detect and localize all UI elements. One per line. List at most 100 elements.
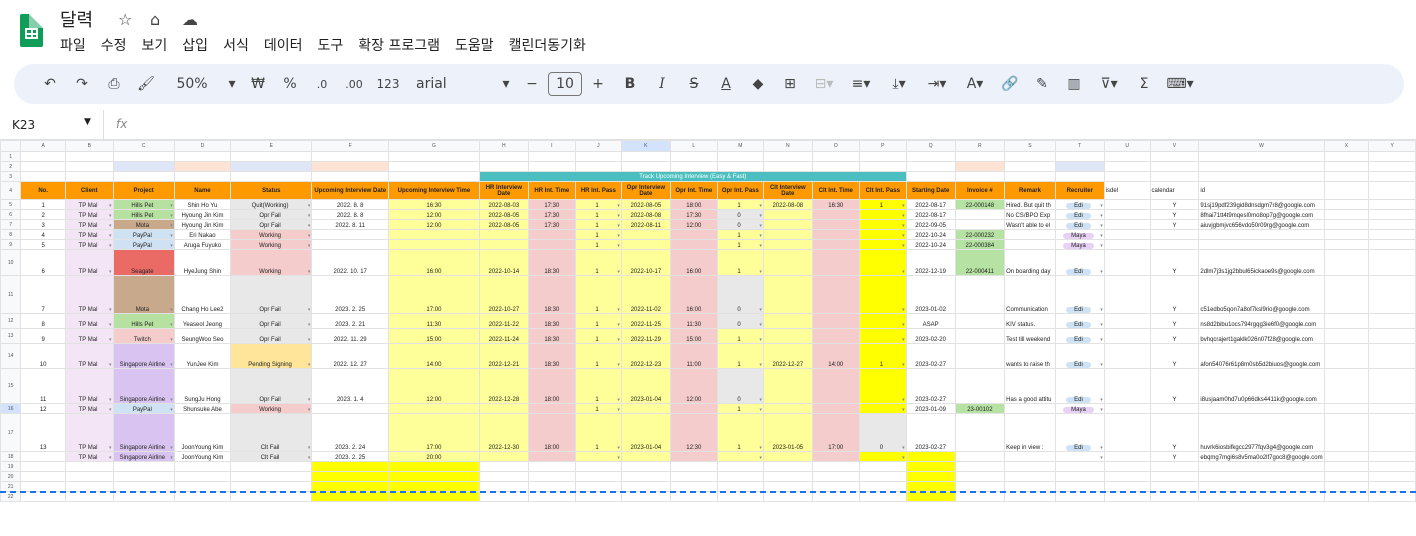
- cell[interactable]: TP Mal ▾: [65, 343, 114, 369]
- cell[interactable]: Opr Fail ▾: [230, 328, 313, 344]
- cell[interactable]: Working ▾: [230, 239, 313, 250]
- cell[interactable]: [669, 461, 718, 472]
- cell[interactable]: [811, 229, 860, 240]
- cell[interactable]: 11: [20, 368, 66, 404]
- column-header[interactable]: H: [478, 140, 529, 152]
- cell[interactable]: 91sj19pdf239gid8dnsdgm7r8@google.com: [1198, 199, 1325, 210]
- column-header[interactable]: C: [112, 140, 175, 152]
- dropdown-icon[interactable]: ▾: [617, 337, 620, 343]
- dropdown-icon[interactable]: ▾: [759, 213, 762, 219]
- cell[interactable]: 2023. 2. 21: [311, 313, 389, 329]
- column-header[interactable]: D: [173, 140, 232, 152]
- cell[interactable]: [1323, 199, 1370, 210]
- cell[interactable]: 0 ▾: [716, 313, 764, 329]
- dropdown-icon[interactable]: ▾: [308, 233, 311, 239]
- zoom-select[interactable]: 50%: [162, 76, 222, 92]
- row-header[interactable]: 21: [0, 481, 22, 492]
- dropdown-icon[interactable]: ▾: [1100, 337, 1103, 343]
- dropdown-icon[interactable]: ▾: [759, 243, 762, 249]
- cell[interactable]: [1368, 219, 1416, 230]
- cell[interactable]: c51edbo5qon7a8of7ksl9rio@google.com: [1198, 275, 1325, 314]
- cell[interactable]: [1198, 491, 1325, 502]
- cell[interactable]: Y: [1149, 249, 1200, 276]
- cell[interactable]: 22-000148: [954, 199, 1006, 210]
- dropdown-icon[interactable]: ▾: [308, 203, 311, 209]
- row-header[interactable]: 22: [0, 491, 22, 502]
- cell[interactable]: 9: [20, 328, 66, 344]
- cell[interactable]: [905, 471, 956, 482]
- cell[interactable]: 8fhai71tt4t9mqesl0mo8op7g@google.com: [1198, 209, 1325, 220]
- cell[interactable]: [1368, 461, 1416, 472]
- cell[interactable]: [387, 481, 480, 492]
- menu-calendar-sync[interactable]: 캘린더동기화: [509, 35, 586, 55]
- cell[interactable]: 2022-11-22: [478, 313, 529, 329]
- cell[interactable]: [669, 239, 718, 250]
- cell[interactable]: [1004, 403, 1056, 414]
- cell[interactable]: [1368, 481, 1416, 492]
- cell[interactable]: Singapore Airline ▾: [112, 368, 175, 404]
- cell[interactable]: TP Mal ▾: [65, 209, 114, 220]
- cell[interactable]: ▾: [858, 229, 907, 240]
- cell[interactable]: ebqmg7mgi6s8v5ma0o2lf7goc8@google.com: [1198, 451, 1325, 462]
- column-header[interactable]: X: [1323, 140, 1370, 152]
- cell[interactable]: [65, 471, 114, 482]
- cell[interactable]: [620, 451, 671, 462]
- cell[interactable]: [620, 471, 671, 482]
- dropdown-icon[interactable]: ▾: [109, 445, 112, 451]
- cell[interactable]: [574, 471, 622, 482]
- column-title[interactable]: Opr Int. Pass: [716, 181, 764, 200]
- dropdown-icon[interactable]: ▾: [170, 445, 173, 451]
- cell[interactable]: [954, 328, 1006, 344]
- cell[interactable]: TP Mal ▾: [65, 239, 114, 250]
- recruiter-chip[interactable]: Edi: [1066, 397, 1091, 403]
- cell[interactable]: [811, 451, 860, 462]
- link-icon[interactable]: 🔗: [994, 76, 1026, 92]
- dropdown-icon[interactable]: ▾: [617, 233, 620, 239]
- menu-insert[interactable]: 삽입: [182, 35, 208, 55]
- cell[interactable]: [1103, 171, 1151, 182]
- cell[interactable]: [858, 461, 907, 472]
- dropdown-icon[interactable]: ▾: [170, 397, 173, 403]
- cell[interactable]: [858, 481, 907, 492]
- cell[interactable]: [954, 313, 1006, 329]
- dropdown-icon[interactable]: ▾: [1100, 243, 1103, 249]
- cell[interactable]: 11:30: [387, 313, 480, 329]
- row-header[interactable]: 5: [0, 199, 22, 210]
- cell[interactable]: [762, 249, 813, 276]
- cell[interactable]: Aruga Fuyuko: [173, 239, 232, 250]
- cell[interactable]: [1103, 219, 1151, 230]
- cell[interactable]: 2022-08-11: [620, 219, 671, 230]
- cell[interactable]: Y: [1149, 368, 1200, 404]
- cell[interactable]: 22-000232: [954, 229, 1006, 240]
- dropdown-icon[interactable]: ▾: [759, 223, 762, 229]
- recruiter-chip[interactable]: Edi: [1066, 213, 1091, 219]
- cell[interactable]: 1 ▾: [574, 343, 622, 369]
- cell[interactable]: [1323, 275, 1370, 314]
- dropdown-icon[interactable]: ▾: [902, 213, 905, 219]
- cell[interactable]: On boarding day: [1004, 249, 1056, 276]
- cell[interactable]: [1103, 313, 1151, 329]
- cell[interactable]: Y: [1149, 343, 1200, 369]
- cell[interactable]: Mota ▾: [112, 219, 175, 230]
- comment-icon[interactable]: ✎: [1026, 76, 1058, 92]
- cell[interactable]: 2023. 2. 25: [311, 451, 389, 462]
- cell[interactable]: [762, 151, 813, 162]
- cell[interactable]: 1 ▾: [574, 275, 622, 314]
- cell[interactable]: [811, 249, 860, 276]
- cell[interactable]: Quit(Working) ▾: [230, 199, 313, 210]
- column-title[interactable]: isdel: [1103, 181, 1151, 200]
- cell[interactable]: TP Mal ▾: [65, 249, 114, 276]
- row-header[interactable]: 19: [0, 461, 22, 472]
- cell[interactable]: 18:30: [527, 313, 576, 329]
- cell[interactable]: [669, 151, 718, 162]
- dropdown-icon[interactable]: ▾: [170, 307, 173, 313]
- cell[interactable]: 2022-08-08: [620, 209, 671, 220]
- cell[interactable]: PayPal ▾: [112, 403, 175, 414]
- cell[interactable]: [1103, 239, 1151, 250]
- cell[interactable]: [478, 461, 529, 472]
- cell[interactable]: 2023-01-04: [620, 413, 671, 452]
- cell[interactable]: 16:30: [811, 199, 860, 210]
- cell[interactable]: 2: [20, 209, 66, 220]
- cell[interactable]: [1323, 209, 1370, 220]
- cell[interactable]: TP Mal ▾: [65, 328, 114, 344]
